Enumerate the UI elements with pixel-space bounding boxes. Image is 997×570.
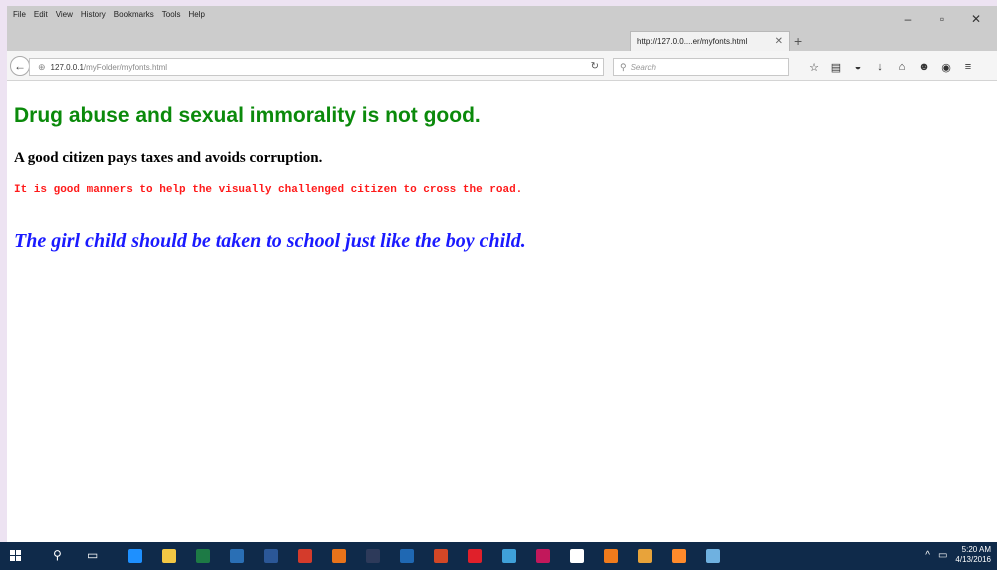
chevron-up-icon[interactable]: ^ bbox=[925, 550, 930, 561]
notes-app-icon[interactable] bbox=[706, 549, 720, 563]
back-arrow-icon: ← bbox=[14, 59, 26, 73]
menu-view[interactable]: View bbox=[52, 9, 77, 23]
tiger-app-icon[interactable] bbox=[638, 549, 652, 563]
opera-icon[interactable] bbox=[468, 549, 482, 563]
tab-myfonts[interactable]: http://127.0.0....er/myfonts.html ✕ bbox=[630, 31, 790, 51]
outlook-icon[interactable] bbox=[230, 549, 244, 563]
hello-icon[interactable]: ☻ bbox=[913, 59, 935, 75]
search-placeholder: Search bbox=[630, 62, 656, 72]
pocket-icon[interactable]: ◒ bbox=[847, 59, 869, 75]
taskbar: ⚲ ▭ ^ ▭ 5:20 AM 4/13/2016 bbox=[0, 542, 997, 570]
app-snowflake-icon[interactable] bbox=[502, 549, 516, 563]
clock[interactable]: 5:20 AM 4/13/2016 bbox=[955, 545, 991, 565]
tab-title: http://127.0.0....er/myfonts.html bbox=[637, 37, 748, 46]
close-button[interactable]: ✕ bbox=[959, 6, 993, 32]
italic-line: The girl child should be taken to school… bbox=[14, 230, 526, 252]
menu-bookmarks[interactable]: Bookmarks bbox=[110, 9, 158, 23]
download-icon[interactable]: ↓ bbox=[869, 59, 891, 75]
search-bar[interactable]: ⚲ Search bbox=[613, 58, 789, 76]
toolbar-icons: ☆ ▤ ◒ ↓ ⌂ ☻ ◉ ≡ bbox=[803, 59, 979, 75]
menu-tools[interactable]: Tools bbox=[158, 9, 185, 23]
menu-icon[interactable]: ≡ bbox=[957, 59, 979, 75]
window-controls: – ▫ ✕ bbox=[891, 6, 993, 32]
search-icon[interactable]: ⚲ bbox=[53, 548, 62, 562]
word-icon[interactable] bbox=[264, 549, 278, 563]
url-path: /myFolder/myfonts.html bbox=[83, 62, 168, 72]
home-icon[interactable]: ⌂ bbox=[891, 59, 913, 75]
powerpoint-icon[interactable] bbox=[434, 549, 448, 563]
photoshop2-icon[interactable] bbox=[400, 549, 414, 563]
system-tray: ^ ▭ 5:20 AM 4/13/2016 bbox=[925, 545, 991, 565]
title-bar: File Edit View History Bookmarks Tools H… bbox=[7, 6, 997, 51]
bookmark-star-icon[interactable]: ☆ bbox=[803, 59, 825, 75]
notification-icon[interactable]: ▭ bbox=[938, 550, 947, 561]
orange-app-icon[interactable] bbox=[604, 549, 618, 563]
date: 4/13/2016 bbox=[955, 555, 991, 564]
edge-icon[interactable] bbox=[128, 549, 142, 563]
url-bar[interactable]: ⊕ 127.0.0.1 /myFolder/myfonts.html ↻ bbox=[29, 58, 604, 76]
page-subheading: A good citizen pays taxes and avoids cor… bbox=[14, 150, 323, 166]
maximize-button[interactable]: ▫ bbox=[925, 6, 959, 32]
menu-bar: File Edit View History Bookmarks Tools H… bbox=[9, 9, 209, 23]
acrobat-icon[interactable] bbox=[298, 549, 312, 563]
photoshop-icon[interactable] bbox=[366, 549, 380, 563]
media-player-icon[interactable] bbox=[332, 549, 346, 563]
time: 5:20 AM bbox=[961, 545, 991, 554]
page-heading: Drug abuse and sexual immorality is not … bbox=[14, 104, 481, 127]
navigation-bar: ← ⊕ 127.0.0.1 /myFolder/myfonts.html ↻ ⚲… bbox=[7, 51, 997, 81]
firefox-icon[interactable] bbox=[672, 549, 686, 563]
new-tab-button[interactable]: + bbox=[794, 34, 802, 48]
windows-start-icon[interactable] bbox=[10, 550, 22, 562]
url-host: 127.0.0.1 bbox=[50, 62, 84, 72]
menu-history[interactable]: History bbox=[77, 9, 110, 23]
menu-edit[interactable]: Edit bbox=[30, 9, 52, 23]
page-content: Drug abuse and sexual immorality is not … bbox=[7, 82, 997, 542]
minimize-button[interactable]: – bbox=[891, 6, 925, 32]
task-view-icon[interactable]: ▭ bbox=[87, 548, 98, 562]
reload-icon[interactable]: ↻ bbox=[591, 61, 599, 72]
menu-file[interactable]: File bbox=[9, 9, 30, 23]
tab-close-icon[interactable]: ✕ bbox=[775, 36, 783, 47]
indesign-icon[interactable] bbox=[536, 549, 550, 563]
site-info-icon[interactable]: ⊕ bbox=[38, 62, 46, 73]
file-explorer-icon[interactable] bbox=[162, 549, 176, 563]
addon-icon[interactable]: ◉ bbox=[935, 59, 957, 75]
reading-list-icon[interactable]: ▤ bbox=[825, 59, 847, 75]
back-button[interactable]: ← bbox=[10, 56, 30, 76]
browser-window: File Edit View History Bookmarks Tools H… bbox=[7, 6, 997, 542]
monospace-line: It is good manners to help the visually … bbox=[14, 184, 523, 196]
store-icon[interactable] bbox=[570, 549, 584, 563]
excel-icon[interactable] bbox=[196, 549, 210, 563]
menu-help[interactable]: Help bbox=[184, 9, 208, 23]
search-icon: ⚲ bbox=[620, 61, 627, 72]
